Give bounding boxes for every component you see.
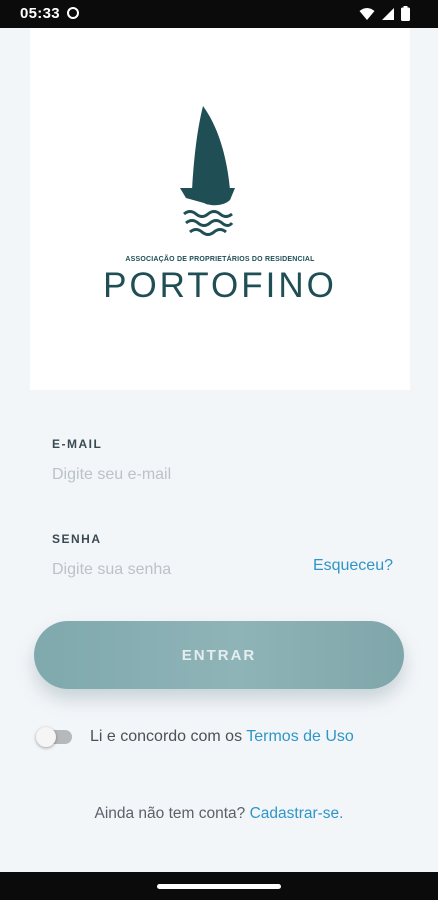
logo-title: PORTOFINO bbox=[103, 266, 337, 305]
wifi-icon bbox=[359, 7, 375, 20]
signup-row: Ainda não tem conta? Cadastrar-se. bbox=[0, 805, 438, 823]
status-time: 05:33 bbox=[20, 5, 60, 22]
toggle-thumb bbox=[36, 727, 56, 747]
password-label: SENHA bbox=[52, 532, 102, 546]
logo-subtitle: ASSOCIAÇÃO DE PROPRIETÁRIOS DO RESIDENCI… bbox=[125, 256, 315, 263]
email-label: E-MAIL bbox=[52, 437, 103, 451]
navigation-bar bbox=[0, 872, 438, 900]
login-button[interactable]: ENTRAR bbox=[34, 621, 404, 689]
status-icons bbox=[359, 6, 410, 21]
logo-panel: ASSOCIAÇÃO DE PROPRIETÁRIOS DO RESIDENCI… bbox=[30, 28, 410, 390]
home-gesture-handle[interactable] bbox=[157, 884, 281, 889]
terms-text: Li e concordo com os Termos de Uso bbox=[90, 728, 354, 746]
terms-row: Li e concordo com os Termos de Uso bbox=[36, 727, 354, 747]
terms-of-use-link[interactable]: Termos de Uso bbox=[246, 728, 354, 745]
signal-icon bbox=[382, 7, 394, 20]
terms-toggle[interactable] bbox=[36, 727, 72, 747]
forgot-password-link[interactable]: Esqueceu? bbox=[313, 557, 393, 575]
signup-link[interactable]: Cadastrar-se. bbox=[250, 805, 344, 822]
sailboat-logo-icon bbox=[180, 106, 235, 236]
terms-label: Li e concordo com os bbox=[90, 728, 247, 745]
status-bar: 05:33 bbox=[0, 0, 438, 28]
signup-text: Ainda não tem conta? bbox=[94, 805, 250, 822]
password-input[interactable] bbox=[52, 557, 292, 583]
notification-icon bbox=[67, 7, 79, 19]
battery-icon bbox=[401, 6, 410, 21]
email-input[interactable] bbox=[52, 462, 382, 488]
